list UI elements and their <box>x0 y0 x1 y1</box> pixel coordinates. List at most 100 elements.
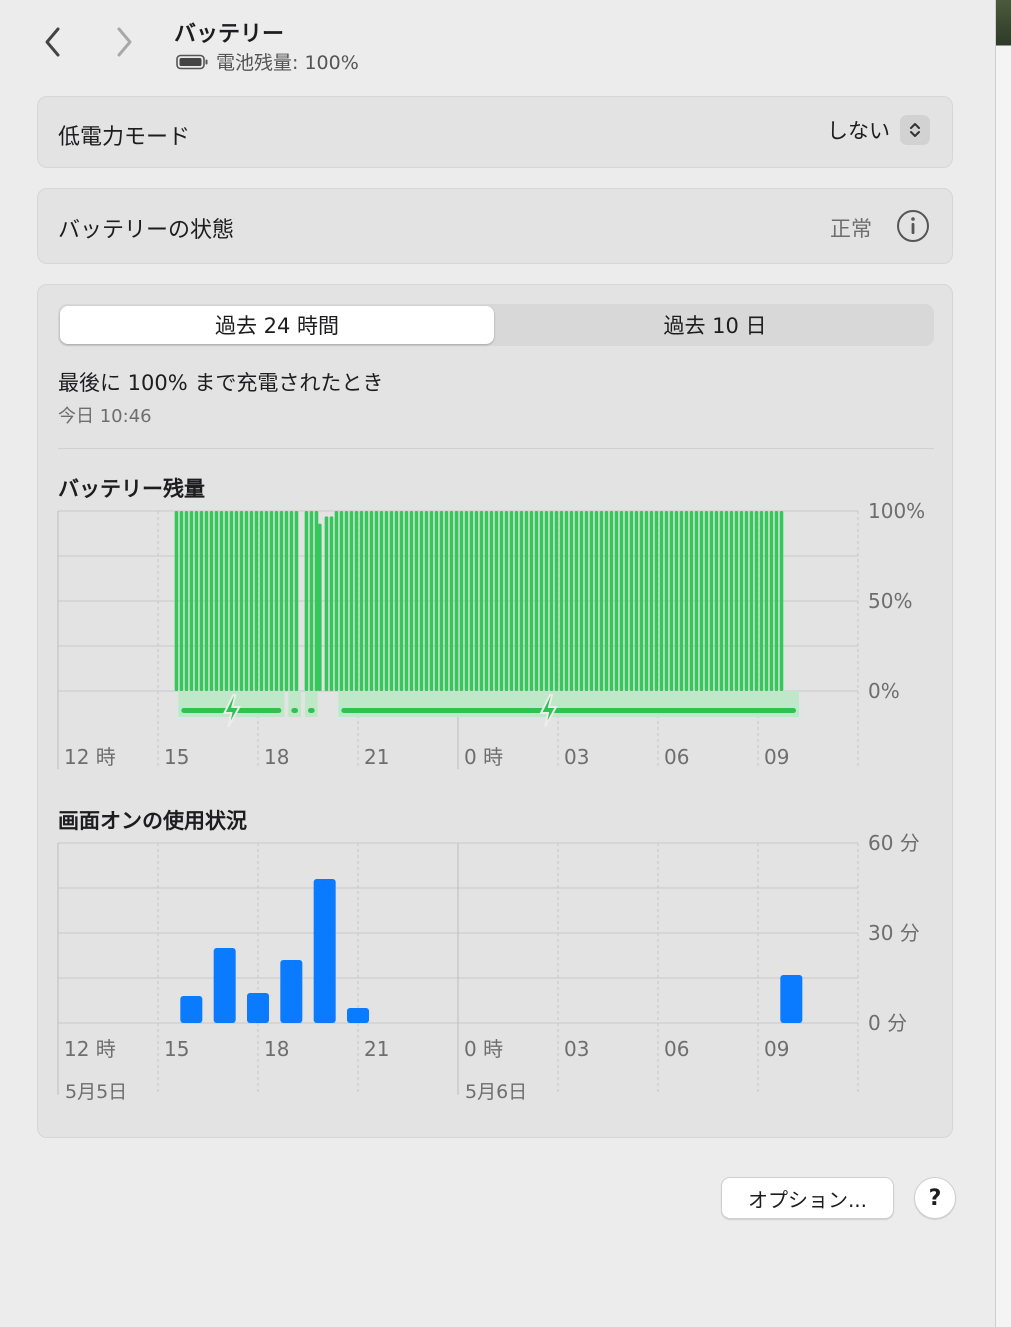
battery-health-row: バッテリーの状態 正常 <box>37 188 953 264</box>
battery-level-bar <box>199 511 204 691</box>
battery-level-bar <box>304 511 309 691</box>
low-power-mode-row: 低電力モード しない <box>37 96 953 168</box>
forward-button[interactable] <box>104 22 144 62</box>
battery-level-bar <box>554 511 559 691</box>
battery-level-bar <box>334 511 339 691</box>
battery-level-bar <box>349 511 354 691</box>
help-button[interactable]: ? <box>914 1177 956 1219</box>
battery-level-bar <box>314 511 319 691</box>
tab-last-24-hours[interactable]: 過去 24 時間 <box>60 306 494 344</box>
battery-level-bar <box>354 511 359 691</box>
battery-level-bar <box>624 511 629 691</box>
battery-level-bar <box>284 511 289 691</box>
y-tick-label: 30 分 <box>868 921 920 945</box>
battery-level-bar <box>714 511 719 691</box>
battery-level-bar <box>664 511 669 691</box>
battery-level-bar <box>779 511 784 691</box>
low-power-mode-label: 低電力モード <box>58 125 191 150</box>
battery-level-bar <box>769 511 774 691</box>
battery-level-bar <box>224 511 229 691</box>
date-label: 5月5日 <box>65 1081 127 1103</box>
x-tick-label: 12 時 <box>64 1037 116 1061</box>
battery-level-bar <box>189 511 194 691</box>
up-down-chevron-icon <box>900 115 930 145</box>
battery-level-bar <box>759 511 764 691</box>
x-tick-label: 21 <box>364 745 389 769</box>
battery-level-bar <box>669 511 674 691</box>
chevron-left-icon <box>45 27 60 57</box>
battery-level-bar <box>359 511 364 691</box>
battery-level-bar <box>564 511 569 691</box>
tab-last-10-days[interactable]: 過去 10 日 <box>498 306 932 344</box>
y-tick-label: 100% <box>868 499 925 523</box>
divider <box>58 448 934 449</box>
battery-level-bar <box>419 511 424 691</box>
battery-level-bar <box>459 511 464 691</box>
y-tick-label: 50% <box>868 589 912 613</box>
x-tick-label: 09 <box>764 745 789 769</box>
back-button[interactable] <box>33 22 73 62</box>
battery-level-bar <box>184 511 189 691</box>
battery-level-bar <box>634 511 639 691</box>
battery-level-bar <box>174 511 179 691</box>
battery-level-bar <box>654 511 659 691</box>
charging-indicator <box>341 708 796 713</box>
battery-level-bar <box>324 516 329 691</box>
battery-level-bar <box>229 511 234 691</box>
battery-level-bar <box>559 511 564 691</box>
charging-band <box>338 691 799 717</box>
usage-bar <box>247 993 269 1023</box>
battery-level-bar <box>519 511 524 691</box>
low-power-mode-popup[interactable]: しない <box>827 115 930 145</box>
battery-level-bar <box>234 511 239 691</box>
charging-indicator <box>308 708 315 713</box>
battery-level-bar <box>384 511 389 691</box>
battery-level-bar <box>404 511 409 691</box>
last-charged-label: 最後に 100% まで充電されたとき <box>58 371 384 395</box>
battery-level-bar <box>774 511 779 691</box>
usage-bar <box>780 975 803 1023</box>
battery-level-chart: 100% 50% 0% 12 時 15 18 21 0 時 03 06 09 <box>57 499 925 769</box>
options-button[interactable]: オプション... <box>721 1177 894 1219</box>
usage-bar <box>180 996 203 1023</box>
battery-settings-window: バッテリー 電池残量: 100% 低電力モード しない バッテリーの状態 正常 <box>0 0 995 1327</box>
battery-level-bar <box>239 511 244 691</box>
charging-indicator <box>291 708 298 713</box>
battery-level-bar <box>574 511 579 691</box>
battery-level-bar <box>764 511 769 691</box>
battery-level-bar <box>534 511 539 691</box>
battery-level-bar <box>724 511 729 691</box>
info-button[interactable] <box>896 209 930 247</box>
battery-level-bar <box>434 511 439 691</box>
date-label: 5月6日 <box>465 1081 527 1103</box>
battery-level-bar <box>364 511 369 691</box>
x-tick-label: 18 <box>264 745 289 769</box>
battery-level-bar <box>704 511 709 691</box>
battery-level-bar <box>709 511 714 691</box>
battery-level-bar <box>649 511 654 691</box>
battery-level-bar <box>499 511 504 691</box>
battery-level-bar <box>589 511 594 691</box>
low-power-mode-value: しない <box>827 119 890 143</box>
battery-level-bar <box>409 511 414 691</box>
battery-level-bar <box>469 511 474 691</box>
battery-level-bar <box>454 511 459 691</box>
battery-health-label: バッテリーの状態 <box>58 218 235 243</box>
battery-level-bar <box>394 511 399 691</box>
battery-level-bar <box>639 511 644 691</box>
battery-level-bar <box>249 511 254 691</box>
battery-level-bar <box>544 511 549 691</box>
battery-level-bar <box>529 511 534 691</box>
y-tick-label: 0 分 <box>868 1011 907 1035</box>
screen-usage-chart-title: 画面オンの使用状況 <box>58 809 247 833</box>
battery-level-bar <box>289 511 294 691</box>
battery-level-bar <box>579 511 584 691</box>
battery-level-bar <box>659 511 664 691</box>
battery-level-bar <box>414 511 419 691</box>
battery-level-bar <box>609 511 614 691</box>
battery-health-value: 正常 <box>830 217 872 241</box>
battery-level-bar <box>274 511 279 691</box>
window-edge <box>995 0 996 1327</box>
usage-bar <box>280 960 303 1023</box>
charging-band <box>288 691 301 717</box>
